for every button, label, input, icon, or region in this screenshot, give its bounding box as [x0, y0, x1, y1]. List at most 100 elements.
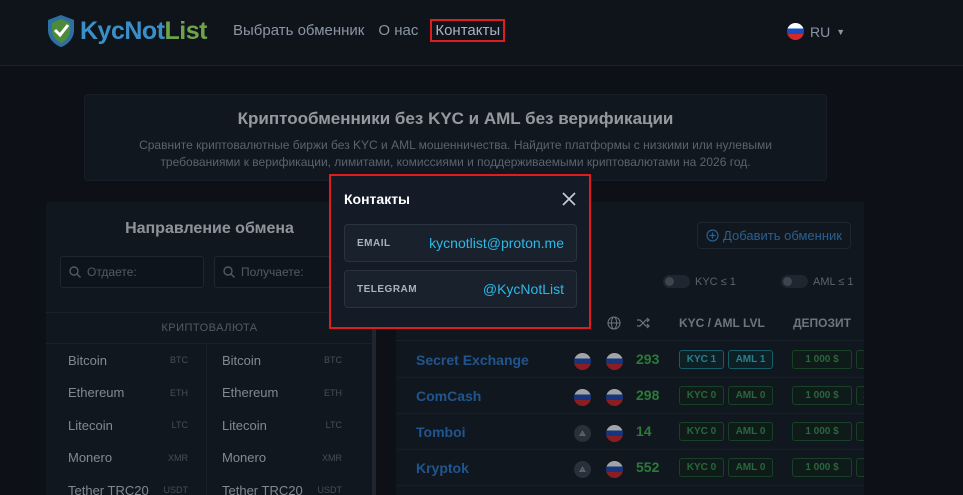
plus-circle-icon: [706, 229, 719, 242]
coin-ticker: ETH: [324, 387, 342, 398]
language-selector[interactable]: RU ▼: [787, 23, 845, 40]
coin-item[interactable]: Bitcoin BTC: [200, 344, 352, 377]
give-coin-list: Bitcoin BTC Ethereum ETH Litecoin LTC Moner…: [46, 344, 198, 495]
add-exchanger-button[interactable]: Добавить обменник: [697, 222, 851, 249]
coin-name: Monero: [222, 450, 267, 466]
nav-choose-exchanger[interactable]: Выбрать обменник: [233, 22, 364, 42]
coin-item[interactable]: Litecoin LTC: [46, 409, 198, 442]
telegram-link[interactable]: @KycNotList: [483, 281, 564, 297]
deposit-badge: 1 000 $: [792, 422, 852, 441]
aml-badge: AML 0: [728, 458, 773, 477]
col-deposit[interactable]: ДЕПОЗИТ: [793, 316, 851, 330]
telegram-contact-row: TELEGRAM @KycNotList: [344, 270, 577, 308]
coin-ticker: XMR: [168, 452, 188, 463]
table-row[interactable]: ComCash 298 KYC 0 AML 0 1 000 $ 2: [396, 378, 864, 414]
russia-flag-icon: [574, 389, 591, 406]
tor-icon: ⟁: [574, 425, 591, 442]
russia-flag-icon: [606, 461, 623, 478]
extra-badge: 2: [856, 386, 864, 405]
coin-item[interactable]: Monero XMR: [46, 442, 198, 475]
extra-badge: 1: [856, 422, 864, 441]
kyc-badge: KYC 1: [679, 350, 724, 369]
give-search-input[interactable]: Отдаете:: [60, 256, 204, 288]
nav-about[interactable]: О нас: [378, 22, 418, 42]
exchanger-name[interactable]: Secret Exchange: [416, 352, 529, 368]
kyc-badge: KYC 0: [679, 458, 724, 477]
coin-item[interactable]: Litecoin LTC: [200, 409, 352, 442]
close-icon[interactable]: [560, 190, 578, 208]
email-label: EMAIL: [357, 238, 391, 249]
table-row[interactable]: Secret Exchange 293 KYC 1 AML 1 1 000 $ …: [396, 342, 864, 378]
shield-check-icon: [48, 15, 74, 47]
coin-name: Bitcoin: [222, 352, 262, 368]
coin-item[interactable]: Tether TRC20 USDT: [46, 474, 198, 495]
get-coin-list: Bitcoin BTC Ethereum ETH Litecoin LTC Moner…: [200, 344, 352, 495]
coin-name: Bitcoin: [68, 352, 108, 368]
search-icon: [223, 266, 235, 278]
coin-ticker: BTC: [324, 355, 342, 366]
coin-name: Ethereum: [68, 385, 125, 401]
coin-ticker: XMR: [322, 452, 342, 463]
top-header: KycNotList Выбрать обменник О нас Контак…: [0, 0, 963, 66]
coin-item[interactable]: Ethereum ETH: [46, 377, 198, 410]
exchanger-name[interactable]: ComCash: [416, 388, 481, 404]
crypto-section-header: КРИПТОВАЛЮТА: [46, 312, 373, 344]
direction-count: 14: [636, 423, 652, 439]
coin-name: Tether TRC20: [68, 482, 149, 495]
coin-ticker: USDT: [163, 485, 189, 495]
russia-flag-icon: [787, 23, 804, 40]
coin-name: Ethereum: [222, 385, 279, 401]
telegram-label: TELEGRAM: [357, 284, 418, 295]
contacts-modal: Контакты EMAIL kycnotlist@proton.me TELE…: [329, 174, 591, 329]
table-row[interactable]: Tomboi ⟁ 14 KYC 0 AML 0 1 000 $ 1: [396, 414, 864, 450]
coin-name: Monero: [68, 450, 113, 466]
aml-filter-toggle[interactable]: AML ≤ 1: [781, 275, 853, 288]
give-placeholder: Отдаете:: [87, 265, 137, 279]
logo[interactable]: KycNotList: [46, 14, 207, 48]
main-nav: Выбрать обменник О нас Контакты: [233, 19, 506, 42]
kyc-filter-toggle[interactable]: KYC ≤ 1: [663, 275, 736, 288]
direction-count: 298: [636, 387, 660, 403]
aml-badge: AML 1: [728, 350, 773, 369]
nav-contacts[interactable]: Контакты: [430, 19, 506, 42]
coin-item[interactable]: Bitcoin BTC: [46, 344, 198, 377]
toggle-switch[interactable]: [663, 275, 690, 288]
extra-badge: 1: [856, 350, 864, 369]
shuffle-icon[interactable]: [636, 316, 650, 330]
caret-down-icon: ▼: [836, 26, 846, 37]
col-kyc-aml[interactable]: KYC / AML LVL: [679, 316, 765, 330]
exchanger-name[interactable]: Tomboi: [416, 424, 466, 440]
extra-badge: 1: [856, 458, 864, 477]
aml-badge: AML 0: [728, 386, 773, 405]
coin-item[interactable]: Monero XMR: [200, 442, 352, 475]
aml-badge: AML 0: [728, 422, 773, 441]
coin-item[interactable]: Tether TRC20 USDT: [200, 474, 352, 495]
language-code: RU: [810, 23, 831, 40]
globe-icon[interactable]: [607, 316, 621, 330]
hero-subtitle: Сравните криптовалютные биржи без KYC и …: [139, 138, 772, 169]
coin-name: Litecoin: [68, 417, 113, 433]
direction-count: 552: [636, 459, 660, 475]
modal-title: Контакты: [344, 191, 411, 207]
hero-title: Криптообменники без KYC и AML без верифи…: [237, 109, 674, 128]
tor-icon: ⟁: [574, 461, 591, 478]
deposit-badge: 1 000 $: [792, 386, 852, 405]
get-placeholder: Получаете:: [241, 265, 304, 279]
table-row[interactable]: Kryptok ⟁ 552 KYC 0 AML 0 1 000 $ 1: [396, 450, 864, 486]
hero-section: Криптообменники без KYC и AML без верифи…: [84, 94, 827, 181]
coin-item[interactable]: Ethereum ETH: [200, 377, 352, 410]
add-exchanger-label: Добавить обменник: [723, 228, 842, 243]
logo-text: KycNotList: [80, 16, 207, 45]
deposit-badge: 1 000 $: [792, 350, 852, 369]
exchanger-name[interactable]: Kryptok: [416, 460, 469, 476]
russia-flag-icon: [606, 389, 623, 406]
kyc-badge: KYC 0: [679, 386, 724, 405]
email-link[interactable]: kycnotlist@proton.me: [429, 235, 564, 251]
search-icon: [69, 266, 81, 278]
toggle-switch[interactable]: [781, 275, 808, 288]
aml-toggle-label: AML ≤ 1: [813, 275, 854, 288]
coin-ticker: LTC: [171, 420, 188, 431]
russia-flag-icon: [574, 353, 591, 370]
coin-ticker: LTC: [325, 420, 342, 431]
coin-ticker: USDT: [317, 485, 343, 495]
